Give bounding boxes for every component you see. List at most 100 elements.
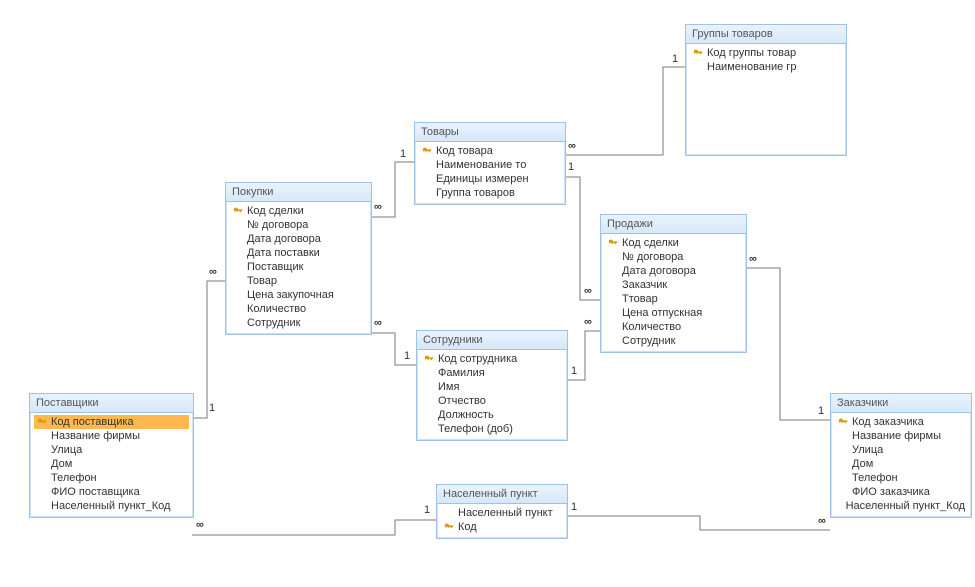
table-field[interactable]: № договора: [605, 250, 742, 264]
field-label: Название фирмы: [852, 430, 941, 442]
table-field[interactable]: Единицы измерен: [419, 172, 561, 186]
field-label: Улица: [51, 444, 82, 456]
table-title[interactable]: Группы товаров: [686, 25, 846, 44]
table-title[interactable]: Продажи: [601, 215, 746, 234]
table-field[interactable]: Код товара: [419, 144, 561, 158]
field-label: Наименование гр: [707, 61, 796, 73]
card-inf: ∞: [374, 317, 382, 329]
card-inf: ∞: [584, 316, 592, 328]
table-field[interactable]: Код: [441, 520, 563, 534]
key-placeholder: [607, 251, 619, 263]
primary-key-icon: [692, 47, 704, 59]
table-field[interactable]: Поставщик: [230, 260, 367, 274]
key-placeholder: [36, 444, 48, 456]
card-1: 1: [571, 365, 577, 377]
table-title[interactable]: Покупки: [226, 183, 371, 202]
table-field[interactable]: Улица: [835, 443, 967, 457]
table-field[interactable]: Имя: [421, 380, 563, 394]
table-field[interactable]: Код сделки: [230, 204, 367, 218]
field-label: ФИО поставщика: [51, 486, 140, 498]
table-field[interactable]: Группа товаров: [419, 186, 561, 200]
table-field[interactable]: Улица: [34, 443, 189, 457]
table-field[interactable]: Фамилия: [421, 366, 563, 380]
table-fields: Код поставщикаНазвание фирмыУлицаДомТеле…: [30, 413, 193, 517]
table-field[interactable]: Заказчик: [605, 278, 742, 292]
table-field[interactable]: Код сделки: [605, 236, 742, 250]
field-label: Населенный пункт_Код: [51, 500, 170, 512]
table-field[interactable]: Телефон (доб): [421, 422, 563, 436]
card-1: 1: [571, 501, 577, 513]
table-field[interactable]: Ттовар: [605, 292, 742, 306]
table-field[interactable]: ФИО поставщика: [34, 485, 189, 499]
card-1: 1: [400, 148, 406, 160]
table-field[interactable]: Код поставщика: [34, 415, 189, 429]
table-title[interactable]: Товары: [415, 123, 565, 142]
table-purchases[interactable]: Покупки Код сделки № договора Дата договора…: [225, 182, 372, 335]
table-field[interactable]: Код заказчика: [835, 415, 967, 429]
table-field[interactable]: Код сотрудника: [421, 352, 563, 366]
table-field[interactable]: Отчество: [421, 394, 563, 408]
table-field[interactable]: № договора: [230, 218, 367, 232]
table-field[interactable]: Должность: [421, 408, 563, 422]
field-label: Код группы товар: [707, 47, 796, 59]
key-placeholder: [423, 367, 435, 379]
table-suppliers[interactable]: ПоставщикиКод поставщикаНазвание фирмыУл…: [29, 393, 194, 518]
table-field[interactable]: Цена закупочная: [230, 288, 367, 302]
card-inf: ∞: [749, 253, 757, 265]
key-placeholder: [607, 307, 619, 319]
table-field[interactable]: Населенный пункт: [441, 506, 563, 520]
table-field[interactable]: Дата договора: [230, 232, 367, 246]
table-field[interactable]: ФИО заказчика: [835, 485, 967, 499]
key-placeholder: [692, 61, 704, 73]
table-field[interactable]: Название фирмы: [34, 429, 189, 443]
table-field[interactable]: Населенный пункт_Код: [34, 499, 189, 513]
table-field[interactable]: Наименование то: [419, 158, 561, 172]
field-label: Код: [458, 521, 477, 533]
table-customers[interactable]: Заказчики Код заказчика Название фирмыУлиц…: [830, 393, 972, 518]
table-title[interactable]: Заказчики: [831, 394, 971, 413]
primary-key-icon: [607, 237, 619, 249]
key-placeholder: [36, 458, 48, 470]
table-field[interactable]: Дом: [34, 457, 189, 471]
table-field[interactable]: Количество: [605, 320, 742, 334]
key-placeholder: [232, 261, 244, 273]
table-field[interactable]: Количество: [230, 302, 367, 316]
table-field[interactable]: Код группы товар: [690, 46, 842, 60]
table-title[interactable]: Населенный пункт: [437, 485, 567, 504]
field-label: Телефон (доб): [438, 423, 513, 435]
table-goods-groups[interactable]: Группы товаров Код группы товар Наименован…: [685, 24, 847, 156]
key-placeholder: [423, 409, 435, 421]
field-label: Дата договора: [247, 233, 321, 245]
field-label: Код сделки: [247, 205, 304, 217]
table-field[interactable]: Название фирмы: [835, 429, 967, 443]
table-field[interactable]: Телефон: [835, 471, 967, 485]
table-field[interactable]: Телефон: [34, 471, 189, 485]
table-field[interactable]: Дата договора: [605, 264, 742, 278]
card-inf: ∞: [568, 140, 576, 152]
field-label: Отчество: [438, 395, 486, 407]
field-label: ФИО заказчика: [852, 486, 930, 498]
table-field[interactable]: Наименование гр: [690, 60, 842, 74]
key-placeholder: [607, 265, 619, 277]
table-employees[interactable]: СотрудникиКод сотрудникаФамилияИмяОтчест…: [416, 330, 568, 441]
table-title[interactable]: Сотрудники: [417, 331, 567, 350]
table-field[interactable]: Дом: [835, 457, 967, 471]
table-sales[interactable]: Продажи Код сделки№ договораДата договора…: [600, 214, 747, 353]
table-field[interactable]: Сотрудник: [230, 316, 367, 330]
table-field[interactable]: Цена отпускная: [605, 306, 742, 320]
table-field[interactable]: Сотрудник: [605, 334, 742, 348]
table-field[interactable]: Дата поставки: [230, 246, 367, 260]
table-field[interactable]: Населенный пункт_Код: [835, 499, 967, 513]
field-label: № договора: [247, 219, 308, 231]
table-city[interactable]: Населенный пунктНаселенный пунктКод: [436, 484, 568, 539]
table-title[interactable]: Поставщики: [30, 394, 193, 413]
table-fields: Код сотрудникаФамилияИмяОтчествоДолжност…: [417, 350, 567, 440]
table-field[interactable]: Товар: [230, 274, 367, 288]
primary-key-icon: [423, 353, 435, 365]
key-placeholder: [607, 335, 619, 347]
field-label: Код заказчика: [852, 416, 924, 428]
key-placeholder: [607, 321, 619, 333]
table-goods[interactable]: Товары Код товараНаименование тоЕдиницы и…: [414, 122, 566, 205]
field-label: Телефон: [852, 472, 898, 484]
key-placeholder: [837, 430, 849, 442]
